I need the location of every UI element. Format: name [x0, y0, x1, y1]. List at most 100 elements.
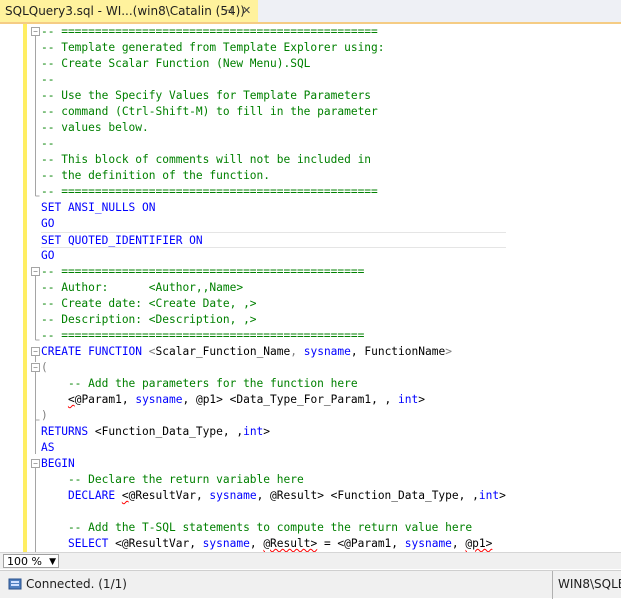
code-line[interactable]: -- Add the T-SQL statements to compute t… [41, 520, 506, 536]
code-token: -- This block of comments will not be in… [41, 153, 372, 166]
code-line[interactable]: GO [41, 248, 506, 264]
code-token: < [121, 489, 129, 502]
code-token: -- Add the parameters for the function h… [41, 377, 358, 390]
code-line[interactable]: -- Create date: <Create Date, ,> [41, 296, 506, 312]
code-line[interactable]: -- Use the Specify Values for Template P… [41, 88, 506, 104]
code-token: ( [41, 361, 48, 374]
code-line[interactable]: DECLARE <@ResultVar, sysname, @Result> <… [41, 488, 506, 504]
code-token: SET ANSI_NULLS ON [41, 201, 156, 214]
code-line[interactable]: AS [41, 440, 506, 456]
code-token: -- =====================================… [41, 185, 378, 198]
change-tracking-margin [23, 24, 27, 552]
code-token: @p1> [465, 537, 493, 550]
code-line[interactable]: -- Template generated from Template Expl… [41, 40, 506, 56]
code-token: , [290, 345, 304, 358]
code-line[interactable]: -- =====================================… [41, 184, 506, 200]
editor-bottom-bar: 100 % ▼ [0, 552, 621, 569]
code-line[interactable]: -- Declare the return variable here [41, 472, 506, 488]
code-token: @ResultVar, [128, 489, 210, 502]
code-token: -- Use the Specify Values for Template P… [41, 89, 372, 102]
query-editor[interactable]: -- =====================================… [0, 24, 621, 552]
code-line[interactable]: -- [41, 72, 506, 88]
code-token: sysname [202, 537, 250, 550]
code-token: < [148, 345, 156, 358]
code-line[interactable]: -- Author: <Author,,Name> [41, 280, 506, 296]
code-line[interactable]: -- Add the parameters for the function h… [41, 376, 506, 392]
code-token: -- Create date: <Create Date, ,> [41, 297, 257, 310]
code-line[interactable]: -- This block of comments will not be in… [41, 152, 506, 168]
code-token: sysname [404, 537, 452, 550]
code-token: -- command (Ctrl-Shift-M) to fill in the… [41, 105, 378, 118]
code-line[interactable]: -- [41, 136, 506, 152]
code-token: , @p1> <Data_Type_For_Param1, , [182, 393, 399, 406]
status-bar: Connected. (1/1) WIN8\SQLEX [0, 570, 621, 599]
code-token: BEGIN [41, 457, 75, 470]
document-tab-bar: SQLQuery3.sql - WI...(win8\Catalin (54))… [0, 0, 621, 24]
code-line[interactable]: SET ANSI_NULLS ON [41, 200, 506, 216]
code-line[interactable]: -- Description: <Description, ,> [41, 312, 506, 328]
code-line[interactable]: ( [41, 360, 506, 376]
document-tab-title: SQLQuery3.sql - WI...(win8\Catalin (54)) [5, 4, 245, 18]
code-token: RETURNS [41, 425, 95, 438]
code-token: -- Description: <Description, ,> [41, 313, 257, 326]
code-token: -- Author: <Author,,Name> [41, 281, 244, 294]
connected-icon [8, 578, 22, 590]
server-name: WIN8\SQLEX [552, 571, 621, 599]
close-icon[interactable]: ✕ [242, 0, 251, 22]
code-token: -- Declare the return variable here [41, 473, 304, 486]
code-token: SET QUOTED_IDENTIFIER ON [41, 234, 203, 247]
code-text[interactable]: -- =====================================… [41, 24, 506, 552]
code-token: GO [41, 249, 55, 262]
code-token: < [67, 393, 75, 406]
code-token: sysname [135, 393, 183, 406]
code-token: -- [41, 137, 55, 150]
code-line[interactable]: -- =====================================… [41, 264, 506, 280]
code-line[interactable]: <@Param1, sysname, @p1> <Data_Type_For_P… [41, 392, 506, 408]
code-line[interactable]: SET QUOTED_IDENTIFIER ON [41, 232, 506, 248]
code-token: sysname [303, 345, 351, 358]
code-token: <Function_Data_Type, , [94, 425, 244, 438]
code-token: AS [41, 441, 55, 454]
code-line[interactable]: -- Create Scalar Function (New Menu).SQL [41, 56, 506, 72]
zoom-value: 100 % [7, 555, 42, 568]
code-token: > [263, 425, 271, 438]
code-line[interactable]: -- =====================================… [41, 24, 506, 40]
code-line[interactable]: -- values below. [41, 120, 506, 136]
code-token: -- Add the T-SQL statements to compute t… [41, 521, 473, 534]
code-line[interactable]: SELECT <@ResultVar, sysname, @Result> = … [41, 536, 506, 552]
document-tab[interactable]: SQLQuery3.sql - WI...(win8\Catalin (54))… [0, 0, 258, 22]
code-line[interactable]: -- the definition of the function. [41, 168, 506, 184]
code-line[interactable]: -- command (Ctrl-Shift-M) to fill in the… [41, 104, 506, 120]
code-token: GO [41, 217, 55, 230]
code-token: CREATE FUNCTION [41, 345, 149, 358]
code-token: sysname [209, 489, 257, 502]
code-token: , FunctionName [350, 345, 446, 358]
code-token: -- the definition of the function. [41, 169, 271, 182]
code-token: > [499, 489, 506, 502]
code-token: @Result> [263, 537, 318, 550]
outlining-margin [31, 27, 40, 552]
code-token: int [243, 425, 264, 438]
code-line[interactable]: -- =====================================… [41, 328, 506, 344]
code-line[interactable] [41, 504, 506, 520]
chevron-down-icon: ▼ [49, 557, 56, 567]
zoom-dropdown[interactable]: 100 % ▼ [3, 554, 59, 568]
code-token: -- =====================================… [41, 265, 365, 278]
code-token: int [398, 393, 419, 406]
code-token: -- =====================================… [41, 25, 378, 38]
code-line[interactable]: ) [41, 408, 506, 424]
code-token: SELECT [67, 537, 116, 550]
code-token: @Param1, [74, 393, 136, 406]
code-line[interactable]: GO [41, 216, 506, 232]
code-token: -- [41, 73, 55, 86]
pin-icon[interactable]: ⊣ [223, 0, 233, 22]
code-token: DECLARE [67, 489, 122, 502]
code-line[interactable]: RETURNS <Function_Data_Type, ,int> [41, 424, 506, 440]
code-line[interactable]: BEGIN [41, 456, 506, 472]
code-token: -- Template generated from Template Expl… [41, 41, 385, 54]
code-token: Scalar_Function_Name [155, 345, 291, 358]
code-line[interactable]: CREATE FUNCTION <Scalar_Function_Name, s… [41, 344, 506, 360]
